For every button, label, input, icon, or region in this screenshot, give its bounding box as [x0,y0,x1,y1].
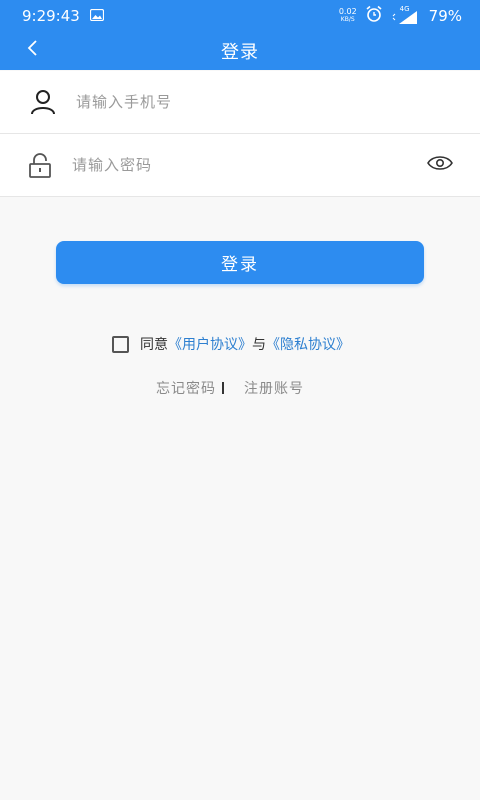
login-button[interactable]: 登录 [56,241,424,284]
register-link[interactable]: 注册账号 [244,378,304,398]
agreement-row: 同意 《用户协议》 与 《隐私协议》 [112,333,350,355]
signal-icon: 4G [391,5,421,25]
eye-icon [427,155,453,175]
status-left: 9:29:43 [22,7,339,25]
status-time: 9:29:43 [22,7,80,25]
bottom-links: 忘记密码 注册账号 [156,378,304,398]
eye-button[interactable] [424,149,456,181]
link-divider [222,382,224,394]
image-notification-icon [89,7,104,25]
net-speed-unit: KB/S [340,16,355,23]
lock-icon [24,149,56,181]
forgot-password-link[interactable]: 忘记密码 [156,378,216,398]
agreement-conjunction: 与 [252,337,266,353]
agreement-prefix: 同意 [140,337,168,353]
phone-row [0,71,480,134]
status-right: 0.02 KB/S 4G 79% [339,5,462,27]
password-input[interactable] [70,155,424,175]
password-row [0,134,480,197]
battery-level: 79% [428,7,462,25]
status-bar: 9:29:43 0.02 KB/S 4G 79% [0,0,480,32]
net-speed: 0.02 KB/S [339,8,357,24]
alarm-icon [365,5,383,27]
user-agreement-link[interactable]: 《用户协议》 [168,334,252,354]
privacy-policy-link[interactable]: 《隐私协议》 [266,334,350,354]
agree-checkbox[interactable] [112,335,129,353]
phone-input[interactable] [74,92,480,112]
net-speed-value: 0.02 [338,7,357,16]
user-icon [27,86,59,118]
header: 登录 [0,32,480,70]
page-title: 登录 [221,42,259,63]
